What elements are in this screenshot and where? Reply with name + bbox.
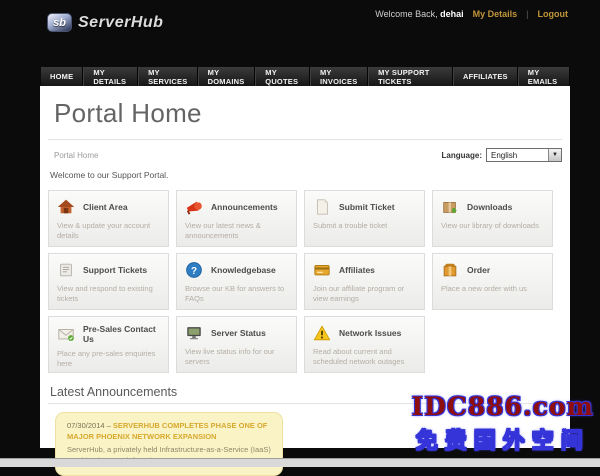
header-separator: |	[526, 9, 529, 19]
card-title: Support Tickets	[83, 265, 148, 275]
card-affiliates[interactable]: Affiliates Join our affiliate program or…	[304, 253, 425, 310]
card-title: Affiliates	[339, 265, 375, 275]
announcement-date: 07/30/2014 –	[67, 421, 113, 430]
nav-tab-my-domains[interactable]: MY DOMAINS	[197, 67, 256, 86]
portal-cards-grid: Client Area View & update your account d…	[48, 190, 562, 373]
card-title: Client Area	[83, 202, 128, 212]
credit-card-icon	[313, 261, 331, 279]
nav-tab-affiliates[interactable]: AFFILIATES	[452, 67, 518, 86]
package-icon	[441, 198, 459, 216]
card-description: View our library of downloads	[441, 221, 539, 230]
card-downloads[interactable]: Downloads View our library of downloads	[432, 190, 553, 247]
warning-icon	[313, 324, 331, 342]
card-submit-ticket[interactable]: Submit Ticket Submit a trouble ticket	[304, 190, 425, 247]
logout-link[interactable]: Logout	[538, 9, 569, 19]
card-title: Knowledgebase	[211, 265, 276, 275]
nav-tab-label: MY DOMAINS	[207, 67, 245, 86]
nav-tab-my-emails[interactable]: MY EMAILS	[517, 67, 570, 86]
welcome-message: Welcome Back, dehai	[375, 9, 463, 19]
top-header: sb ServerHub Welcome Back, dehai My Deta…	[0, 0, 600, 67]
card-pre-sales-contact-us[interactable]: Pre-Sales Contact Us Place any pre-sales…	[48, 316, 169, 373]
page-title: Portal Home	[54, 98, 202, 128]
nav-tab-my-quotes[interactable]: MY QUOTES	[255, 67, 310, 86]
logo-text: ServerHub	[78, 13, 164, 31]
card-title: Order	[467, 265, 491, 275]
card-description: View live status info for our servers	[185, 347, 275, 367]
language-select[interactable]: English ▼	[486, 148, 562, 162]
card-order[interactable]: Order Place a new order with us	[432, 253, 553, 310]
welcome-prefix: Welcome Back,	[375, 9, 438, 19]
card-description: View and respond to existing tickets	[57, 284, 153, 304]
nav-tab-label: MY EMAILS	[527, 67, 558, 86]
card-title: Network Issues	[339, 328, 402, 338]
latest-announcements-heading: Latest Announcements	[50, 385, 178, 399]
welcome-text: Welcome to our Support Portal.	[50, 170, 169, 180]
card-title: Server Status	[211, 328, 266, 338]
serverhub-logo: sb ServerHub	[47, 13, 163, 32]
nav-tab-label: AFFILIATES	[462, 72, 508, 81]
serverhub-logo-icon: sb	[47, 13, 72, 32]
language-value: English	[491, 150, 518, 160]
nav-tab-label: MY INVOICES	[319, 67, 358, 86]
card-support-tickets[interactable]: Support Tickets View and respond to exis…	[48, 253, 169, 310]
envelope-icon	[57, 325, 75, 343]
card-description: View our latest news & announcements	[185, 221, 261, 241]
card-server-status[interactable]: Server Status View live status info for …	[176, 316, 297, 373]
ticket-icon	[57, 261, 75, 279]
home-icon	[57, 198, 75, 216]
nav-tab-label: MY SERVICES	[148, 67, 188, 86]
card-description: Submit a trouble ticket	[313, 221, 388, 230]
nav-tab-label: MY QUOTES	[265, 67, 299, 86]
nav-tab-home[interactable]: HOME	[41, 67, 84, 86]
card-network-issues[interactable]: Network Issues Read about current and sc…	[304, 316, 425, 373]
main-nav: HOME MY DETAILS MY SERVICES MY DOMAINS M…	[41, 67, 570, 86]
nav-tab-label: MY SUPPORT TICKETS	[378, 67, 430, 86]
bottom-strip	[0, 458, 600, 467]
announcements-divider	[48, 403, 562, 404]
language-label: Language:	[441, 150, 482, 160]
page-icon	[313, 198, 331, 216]
card-announcements[interactable]: Announcements View our latest news & ann…	[176, 190, 297, 247]
card-title: Announcements	[211, 202, 278, 212]
nav-tab-label: MY DETAILS	[93, 67, 127, 86]
monitor-icon	[185, 324, 203, 342]
nav-tab-label: HOME	[50, 72, 74, 81]
my-details-link[interactable]: My Details	[473, 9, 518, 19]
card-title: Pre-Sales Contact Us	[83, 324, 156, 344]
order-box-icon	[441, 261, 459, 279]
megaphone-icon	[185, 198, 203, 216]
username: dehai	[440, 9, 464, 19]
question-icon: ?	[185, 261, 203, 279]
nav-tab-my-services[interactable]: MY SERVICES	[138, 67, 198, 86]
nav-tab-my-invoices[interactable]: MY INVOICES	[309, 67, 369, 86]
breadcrumb: Portal Home	[54, 150, 99, 160]
nav-tab-my-support-tickets[interactable]: MY SUPPORT TICKETS	[368, 67, 453, 86]
svg-text:?: ?	[191, 266, 197, 277]
card-description: Place any pre-sales enquiries here	[57, 349, 156, 369]
card-description: View & update your account details	[57, 221, 151, 241]
card-title: Downloads	[467, 202, 513, 212]
nav-tab-my-details[interactable]: MY DETAILS	[83, 67, 139, 86]
card-description: Read about current and scheduled network…	[313, 347, 405, 367]
content-panel: Portal Home Portal Home Language: Englis…	[40, 86, 570, 476]
card-description: Join our affiliate program or view earni…	[313, 284, 405, 304]
card-description: Place a new order with us	[441, 284, 527, 293]
card-knowledgebase[interactable]: ? Knowledgebase Browse our KB for answer…	[176, 253, 297, 310]
dropdown-arrow-icon[interactable]: ▼	[548, 149, 561, 161]
card-title: Submit Ticket	[339, 202, 395, 212]
header-account-links: Welcome Back, dehai My Details | Logout	[375, 9, 568, 19]
card-description: Browse our KB for answers to FAQs	[185, 284, 285, 304]
card-client-area[interactable]: Client Area View & update your account d…	[48, 190, 169, 247]
